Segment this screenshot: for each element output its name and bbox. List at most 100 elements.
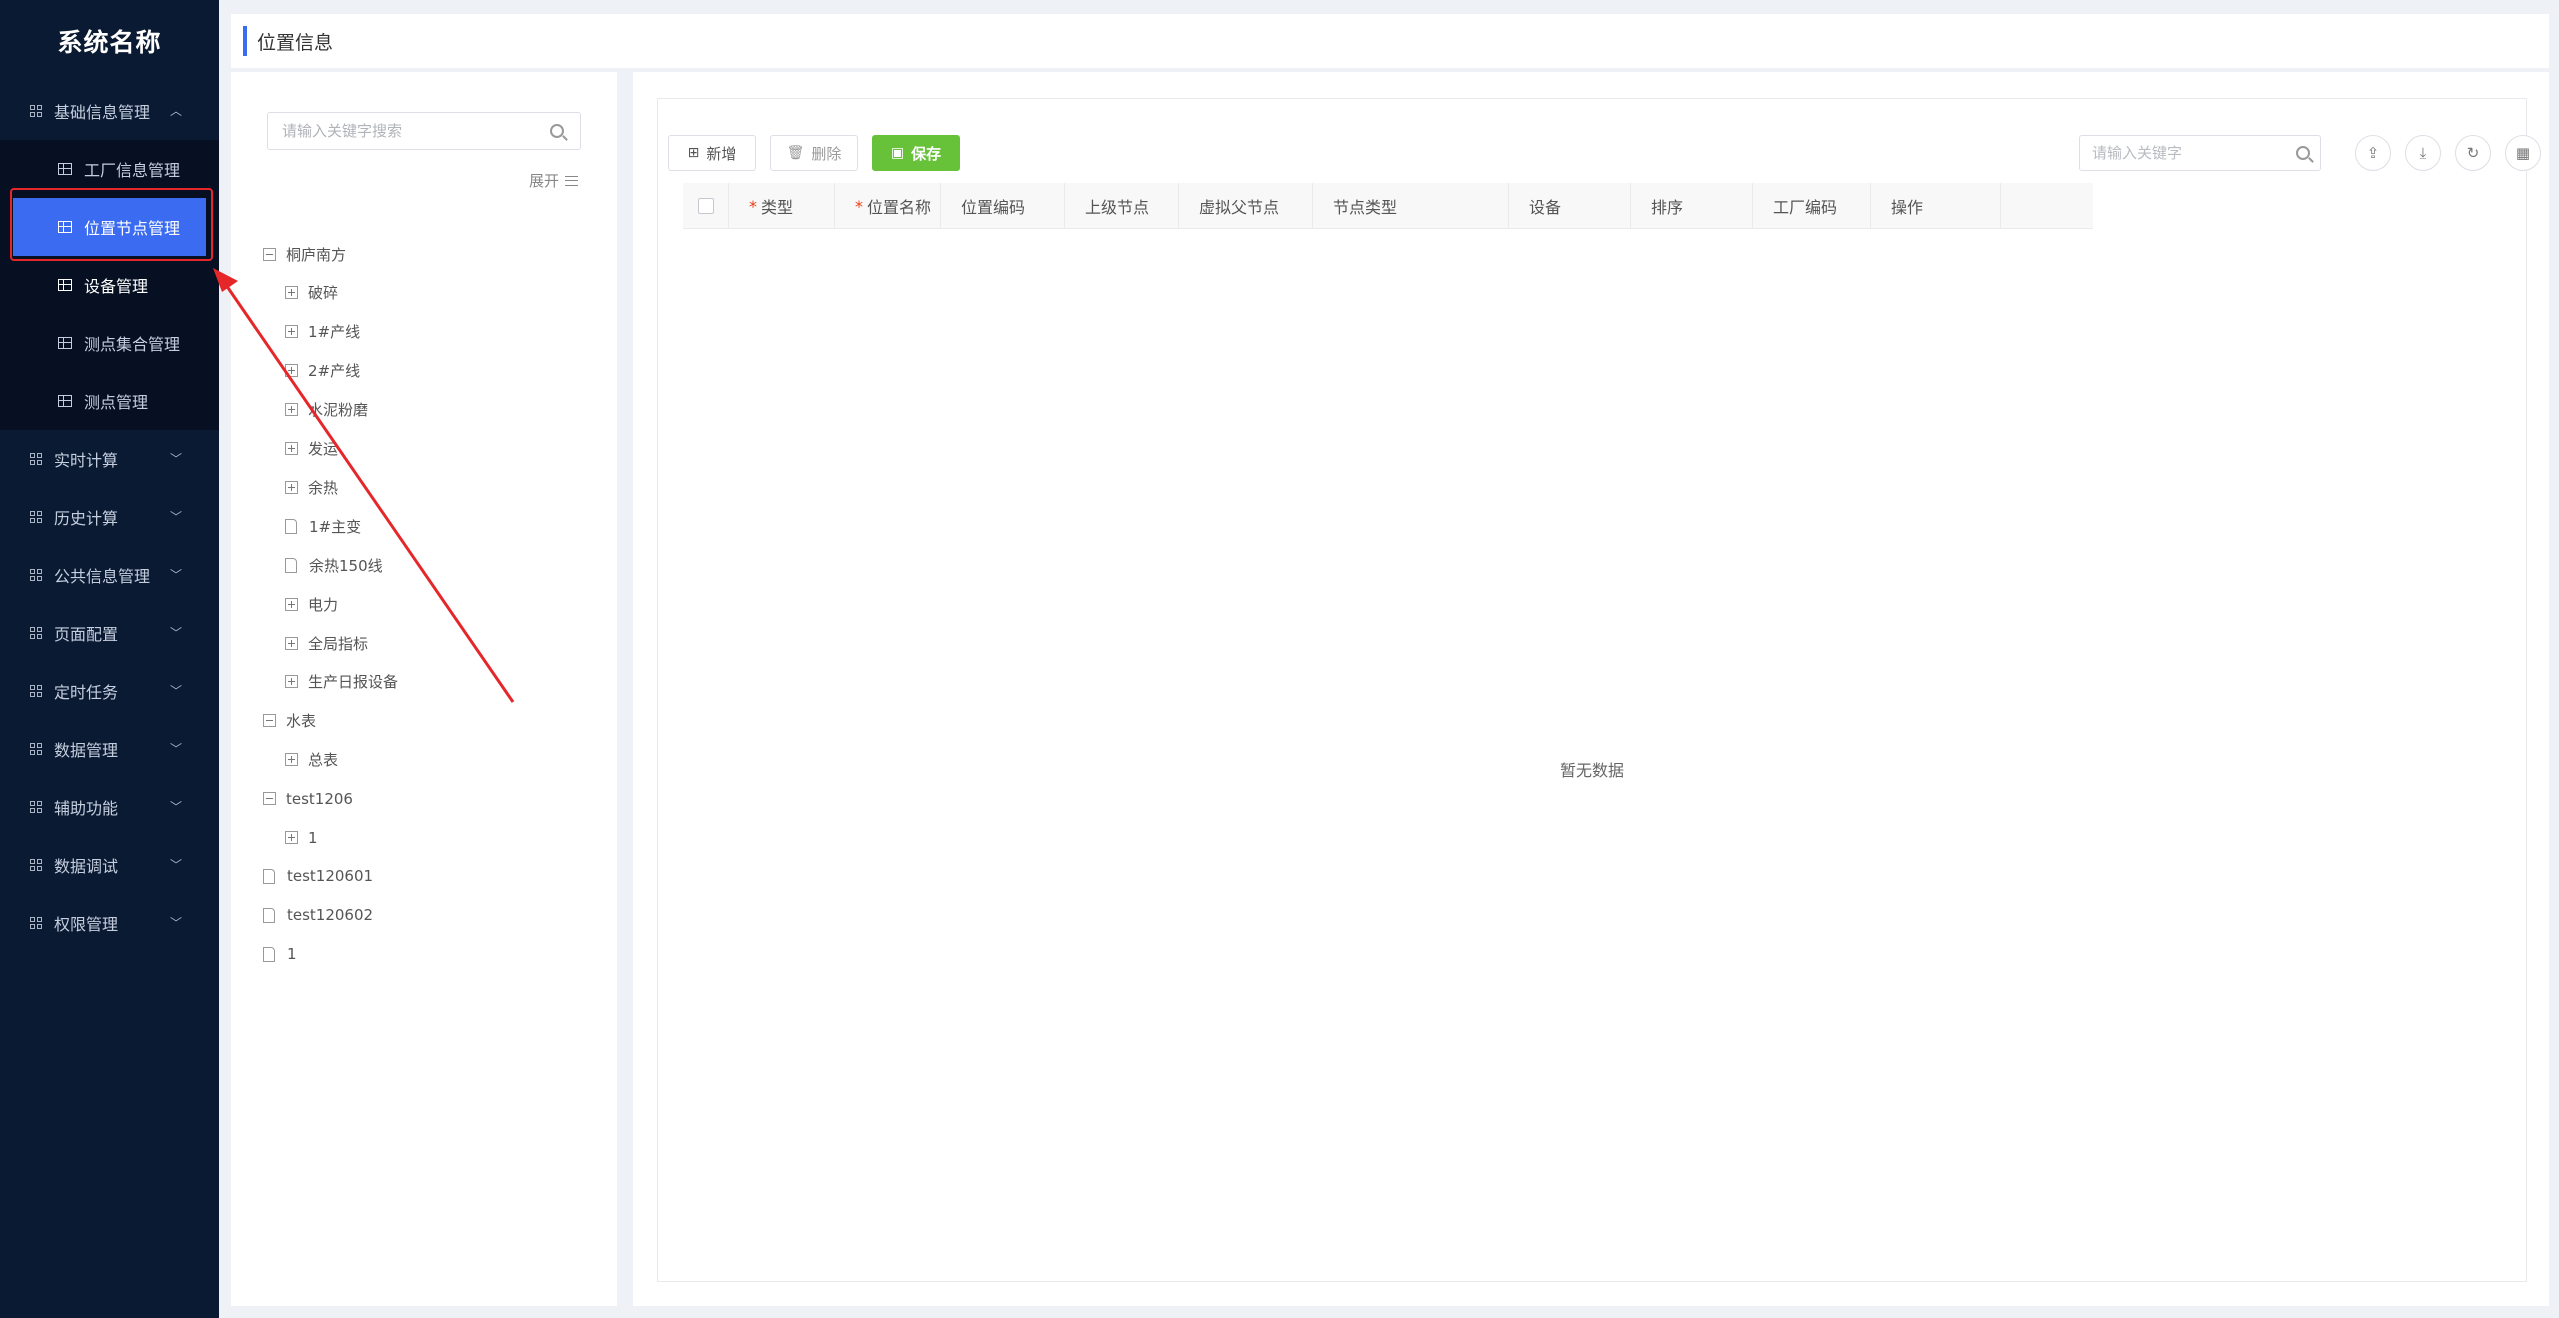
tree-search-input[interactable] [268,113,550,149]
menu-group-data-mgmt[interactable]: 数据管理 ﹀ [0,720,219,778]
tree-node-label: test120601 [287,867,374,886]
expand-icon[interactable] [285,364,298,378]
tree-node[interactable]: 总表 [285,748,338,772]
table-header: * 类型 * 位置名称 位置编码 上级节点 虚拟父节点 节点类型 设备 排序 工厂编码 操作 [683,183,2093,229]
menu-group-label: 实时计算 [54,451,119,470]
menu-group-label: 辅助功能 [54,799,119,818]
grid-icon [30,917,42,929]
tree-node[interactable]: test1206 [263,787,353,811]
tree-node[interactable]: 余热 [285,475,338,499]
table-icon [58,163,72,175]
menu-group-debug[interactable]: 数据调试 ﹀ [0,836,219,894]
expand-icon[interactable] [285,636,298,650]
grid-icon [30,859,42,871]
menu-group-history[interactable]: 历史计算 ﹀ [0,488,219,546]
tree-node[interactable]: 余热150线 [285,553,383,577]
save-button[interactable]: ▣ 保存 [872,135,960,171]
column-header-label: 设备 [1529,198,1562,217]
chevron-down-icon: ﹀ [170,916,183,930]
save-icon: ▣ [890,145,905,161]
upload-button[interactable]: ⇪ [2355,135,2391,171]
tree-node[interactable]: test120601 [263,864,373,888]
menu-group-page-config[interactable]: 页面配置 ﹀ [0,604,219,662]
menu-group-public-info[interactable]: 公共信息管理 ﹀ [0,546,219,604]
column-header[interactable]: 工厂编码 [1753,183,1871,229]
column-header[interactable]: * 位置名称 [835,183,941,229]
search-icon[interactable] [550,124,564,138]
expand-icon[interactable] [285,831,298,844]
expand-icon[interactable] [285,480,298,494]
tree-node[interactable]: 1 [285,826,318,850]
expand-icon[interactable] [285,597,298,611]
delete-button-label: 删除 [811,144,842,163]
column-header-label: 节点类型 [1333,198,1398,217]
trash-icon: 🗑 [786,145,805,161]
menu-group-label: 数据管理 [54,741,119,760]
column-header[interactable]: 设备 [1509,183,1631,229]
refresh-button[interactable]: ↻ [2455,135,2491,171]
tree-node[interactable]: 1#主变 [285,514,361,538]
tree-node[interactable]: 2#产线 [285,359,360,383]
column-header-label: 位置名称 [867,198,932,217]
tree-node[interactable]: 电力 [285,592,338,616]
column-header[interactable]: 虚拟父节点 [1179,183,1313,229]
sidebar-item-label: 测点集合管理 [84,335,181,354]
annotation-highlight-box [10,188,213,261]
tree-node[interactable]: 水泥粉磨 [285,398,368,422]
expand-icon[interactable] [285,442,298,455]
select-all-checkbox[interactable] [697,198,714,214]
collapse-icon[interactable] [263,792,276,806]
expand-icon[interactable] [285,286,298,300]
tree-node[interactable]: test120602 [263,903,373,927]
tree-node[interactable]: 桐庐南方 [263,242,346,266]
menu-group-realtime[interactable]: 实时计算 ﹀ [0,430,219,488]
collapse-icon[interactable] [263,247,276,261]
column-header[interactable]: 位置编码 [941,183,1065,229]
expand-toggle[interactable]: 展开 [529,170,579,191]
menu-group-basic-info[interactable]: 基础信息管理 ︿ [0,82,219,140]
chevron-down-icon: ﹀ [170,626,183,640]
keyword-search-input[interactable] [2080,136,2296,170]
file-icon [263,907,275,923]
add-button[interactable]: ⊞ 新增 [668,135,756,171]
tree-search [267,112,581,150]
sidebar-item-point-set[interactable]: 测点集合管理 [0,314,219,372]
grid-icon [30,105,42,117]
column-header[interactable]: 操作 [1871,183,2001,229]
tree-node[interactable]: 破碎 [285,281,338,305]
tree-node[interactable]: 生产日报设备 [285,670,398,694]
tree-node[interactable]: 1 [263,942,297,966]
column-settings-button[interactable]: ▦ [2505,135,2541,171]
collapse-icon[interactable] [263,714,276,728]
column-header[interactable]: 上级节点 [1065,183,1179,229]
expand-label: 展开 [529,172,560,190]
menu-group-scheduled[interactable]: 定时任务 ﹀ [0,662,219,720]
menu-group-permission[interactable]: 权限管理 ﹀ [0,894,219,952]
tree-node[interactable]: 水表 [263,709,316,733]
tree-node[interactable]: 全局指标 [285,631,368,655]
expand-icon[interactable] [285,675,298,689]
file-icon [285,557,297,573]
chevron-down-icon: ﹀ [170,510,183,524]
sidebar-item-device[interactable]: 设备管理 [0,256,219,314]
menu-group-auxiliary[interactable]: 辅助功能 ﹀ [0,778,219,836]
tree-node-label: 余热150线 [309,556,383,575]
expand-icon[interactable] [285,403,298,417]
table-icon [58,279,72,291]
search-icon[interactable] [2296,146,2310,160]
tree-node[interactable]: 发运 [285,437,338,461]
tree-node[interactable]: 1#产线 [285,320,360,344]
column-header[interactable]: * 类型 [729,183,835,229]
expand-icon[interactable] [285,753,298,767]
sidebar-item-point[interactable]: 测点管理 [0,372,219,430]
download-button[interactable]: ⤓ [2405,135,2441,171]
delete-button[interactable]: 🗑 删除 [770,135,858,171]
column-header[interactable]: 排序 [1631,183,1753,229]
upload-icon: ⇪ [2366,144,2380,162]
tree-node-label: test1206 [286,789,353,808]
download-icon: ⤓ [2419,144,2427,162]
page-title: 位置信息 [257,31,334,54]
menu-lines-icon [565,175,579,186]
expand-icon[interactable] [285,325,298,339]
column-header[interactable]: 节点类型 [1313,183,1509,229]
